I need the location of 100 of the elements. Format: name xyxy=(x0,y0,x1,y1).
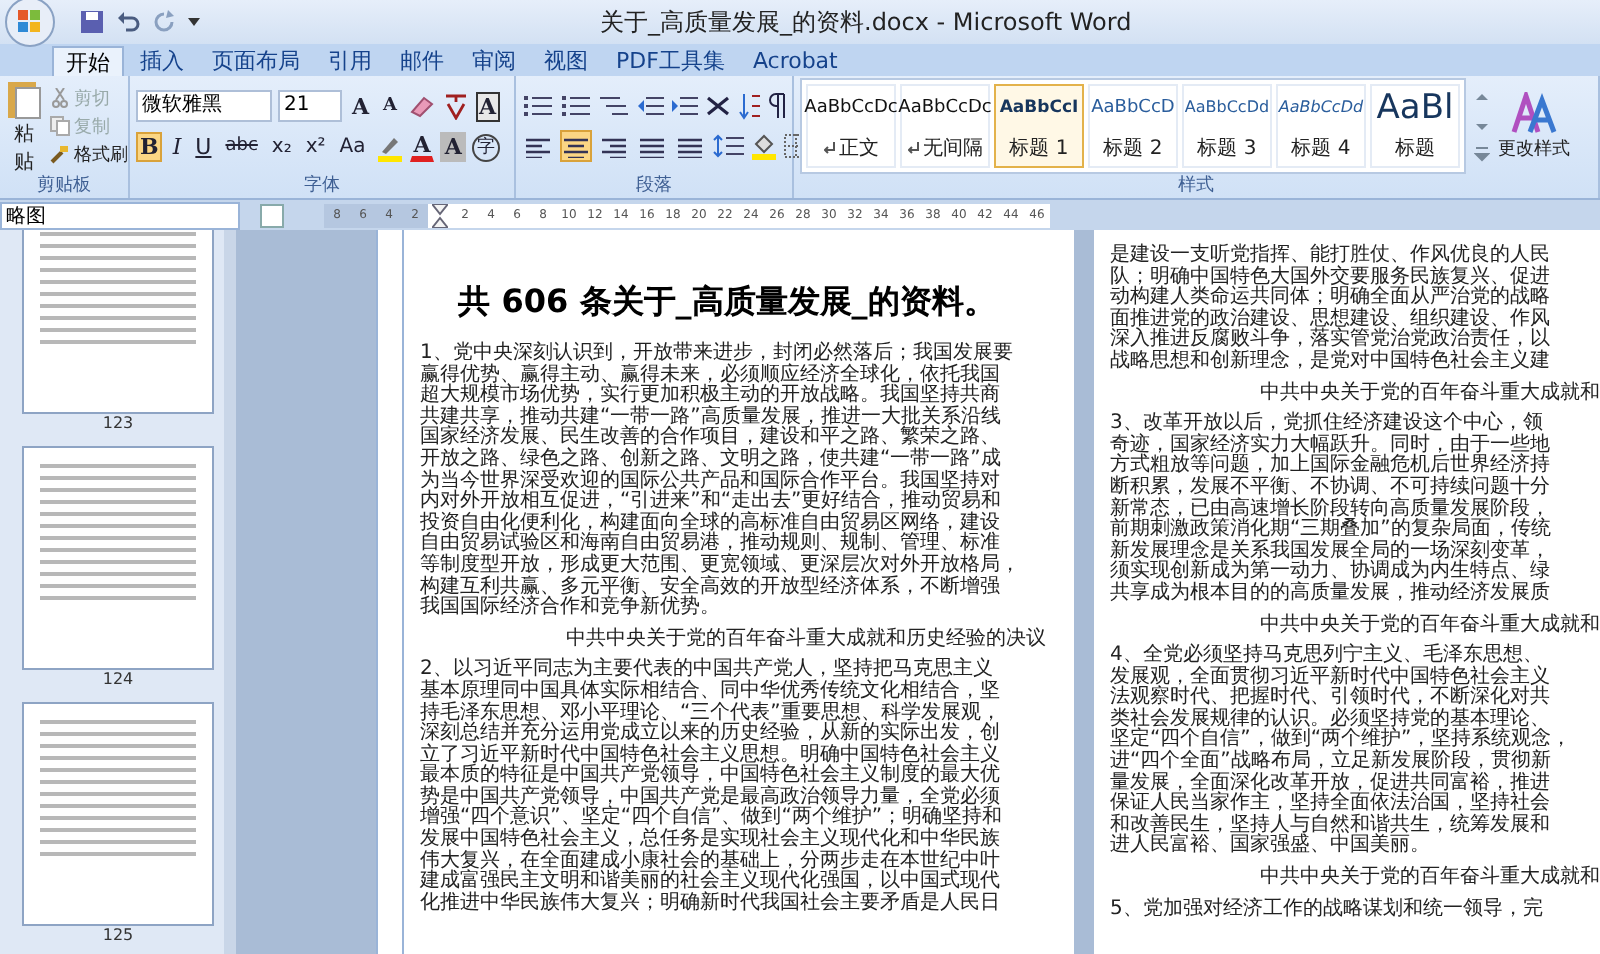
body-text-line: 量发展，全面深化改革开放，促进共同富裕，推进 xyxy=(1110,773,1552,794)
style-preset[interactable]: AaBbCcDc 无间隔 xyxy=(900,84,990,168)
pane-title: 略图 xyxy=(0,201,240,229)
eraser-icon[interactable] xyxy=(407,94,436,118)
paste-button[interactable]: 粘贴 xyxy=(6,76,42,176)
pilcrow-icon[interactable] xyxy=(768,91,788,119)
font-family-field[interactable]: 微软雅黑 xyxy=(136,90,272,122)
align-center-button[interactable] xyxy=(560,129,592,161)
body-text-line: 等制度型开放，形成更大范围、更宽领域、更深层次对外开放格局， xyxy=(420,555,1022,576)
shrink-font-button[interactable]: A xyxy=(379,91,402,121)
highlighter-icon[interactable] xyxy=(375,133,404,161)
body-text-line: 5、党加强对经济工作的战略谋划和统一领导，完 xyxy=(1110,899,1545,921)
indent-marker-icon[interactable] xyxy=(432,203,448,227)
dropdown-caret-icon[interactable] xyxy=(188,16,200,28)
body-text-line: 持毛泽东思想、邓小平理论、“三个代表”重要思想、科学发展观， xyxy=(420,703,1003,723)
body-text-line: 动构建人类命运共同体；明确全面从严治党的战略 xyxy=(1110,288,1552,309)
grow-font-button[interactable]: A xyxy=(348,91,374,121)
style-name: 标题 4 xyxy=(1291,135,1351,162)
decrease-indent-icon[interactable] xyxy=(636,93,664,117)
ribbon-tab[interactable]: 引用 xyxy=(316,46,384,76)
body-text-line: 新发展理念是关系我国发展全局的一场深刻变革， xyxy=(1110,541,1552,562)
body-text-line: 1、党中央深刻认识到，开放带来进步，封闭必然落后；我国发展要 xyxy=(420,344,1015,364)
body-text-line: 共享成为根本目的的高质量发展，推动经济发展质 xyxy=(1110,583,1552,605)
undo-icon[interactable] xyxy=(116,10,140,34)
style-name: 标题 1 xyxy=(1009,135,1069,162)
body-text-line: 和改善民生，坚持人与自然和谐共生，统筹发展和 xyxy=(1110,815,1552,836)
style-preset[interactable]: AaBbCcDd 标题 4 xyxy=(1276,84,1366,168)
ribbon-tab[interactable]: 开始 xyxy=(52,46,124,76)
page-thumbnail-drawing[interactable] xyxy=(22,446,214,670)
document-title: 共 606 条关于_高质量发展_的资料。 xyxy=(456,282,998,324)
body-text-line: 是建设一支听党指挥、能打胜仗、作风优良的人民 xyxy=(1110,246,1552,266)
character-shading-button[interactable]: A xyxy=(440,132,466,162)
ribbon-tab[interactable]: 插入 xyxy=(128,46,196,76)
format-button[interactable]: x² xyxy=(301,132,330,162)
office-logo-icon[interactable] xyxy=(4,0,56,48)
style-preset[interactable]: AaBbCcI 标题 1 xyxy=(994,84,1084,168)
style-preset[interactable]: AaBbCcD 标题 2 xyxy=(1088,84,1178,168)
line-spacing-icon[interactable] xyxy=(712,133,744,157)
body-text-line: 前期刺激政策消化期“三期叠加”的复杂局面，传统 xyxy=(1110,520,1553,541)
format-button[interactable]: B xyxy=(136,132,163,162)
body-text-line: 队；明确中国特色大国外交要服务民族复兴、促进 xyxy=(1110,267,1552,288)
scrollbar[interactable] xyxy=(224,230,236,954)
style-preview: AaBbCcDd xyxy=(1278,96,1364,120)
ribbon-tab[interactable]: Acrobat xyxy=(740,46,850,76)
format-button[interactable]: I xyxy=(168,132,186,162)
page-thumbnail-drawing[interactable] xyxy=(22,702,214,926)
asian-layout-icon[interactable] xyxy=(704,93,732,117)
body-text-line: 增强“四个意识”、坚定“四个自信”、做到“两个维护”；明确坚持和 xyxy=(420,808,1005,829)
page-number: 125 xyxy=(102,926,134,946)
format-button[interactable]: x₂ xyxy=(267,132,296,162)
page-thumbnail-drawing[interactable] xyxy=(22,230,214,414)
body-text-line: 新常态，已由高速增长阶段转向高质量发展阶段， xyxy=(1110,499,1550,520)
font-size-field[interactable]: 21 xyxy=(278,90,342,122)
style-name: 无间隔 xyxy=(923,136,983,162)
painter-button[interactable]: 格式刷 xyxy=(50,141,128,167)
ribbon-tab[interactable]: 页面布局 xyxy=(200,46,312,76)
body-text-line: 投资自由化便利化，构建面向全球的高标准自由贸易区网络，建设 xyxy=(420,513,1002,534)
phonetic-guide-icon[interactable] xyxy=(441,92,470,120)
bullets-icon[interactable] xyxy=(522,93,554,117)
numbering-icon[interactable] xyxy=(560,93,592,117)
copy-icon xyxy=(50,116,70,136)
ribbon-tab[interactable]: 审阅 xyxy=(460,46,528,76)
ribbon-tab[interactable]: 视图 xyxy=(532,46,600,76)
group-label: 样式 xyxy=(1176,176,1216,198)
style-preview: AaBbCcDd xyxy=(1184,96,1270,120)
format-button[interactable]: abc xyxy=(221,132,262,162)
body-text-line: 进人民富裕、国家强盛、中国美丽。 xyxy=(1110,836,1432,859)
body-text-line: 方式粗放等问题，加上国际金融危机后世界经济持 xyxy=(1110,456,1552,477)
change-styles-button[interactable]: 更改样式 xyxy=(1498,91,1570,161)
body-text-line: 自由贸易试验区和海南自由贸易港，推动规则、规制、管理、标准 xyxy=(420,534,1002,555)
ribbon-tab[interactable]: 邮件 xyxy=(388,46,456,76)
style-name: 标题 2 xyxy=(1103,135,1163,162)
group-label: 字体 xyxy=(302,176,342,198)
style-preset[interactable]: AaBbCcDd 标题 3 xyxy=(1182,84,1272,168)
source-line: 中共中央关于党的百年奋斗重大成就和 xyxy=(1260,868,1600,890)
style-preview: AaBbCcD xyxy=(1091,96,1175,122)
multilevel-list-icon[interactable] xyxy=(598,93,630,117)
sort-icon[interactable] xyxy=(738,91,762,119)
body-text-line: 共建共享，推动共建“一带一路”高质量发展，推进一大批关系沿线 xyxy=(420,407,1003,428)
character-border-button[interactable]: A xyxy=(475,91,501,121)
font-color-button[interactable]: A xyxy=(409,132,435,162)
format-button[interactable]: Aa xyxy=(335,132,370,162)
body-text-line: 立了习近平新时代中国特色社会主义思想。明确中国特色社会主义 xyxy=(420,745,1002,766)
body-text-line: 2、以习近平同志为主要代表的中国共产党人，坚持把马克思主义 xyxy=(420,660,993,681)
format-button[interactable]: U xyxy=(191,132,216,162)
ribbon-tab[interactable]: PDF工具集 xyxy=(604,46,737,76)
body-text-line: 法观察时代、把握时代、引领时代，不断深化对共 xyxy=(1110,688,1552,709)
body-text-line: 伟大复兴，在全面建成小康社会的基础上，分两步走在本世纪中叶 xyxy=(420,851,1002,872)
body-text-line: 构建互利共赢、多元平衡、安全高效的开放型经济体系，不断增强 xyxy=(420,577,1002,598)
more-icon[interactable] xyxy=(1474,142,1490,166)
save-icon[interactable] xyxy=(80,10,104,34)
style-preset[interactable]: AaBl 标题 xyxy=(1370,84,1460,168)
body-text-line: 奇迹，国家经济实力大幅跃升。同时，由于一些地 xyxy=(1110,435,1552,456)
enclose-character-button[interactable]: 字 xyxy=(471,133,500,161)
window-title: 关于_高质量发展_的资料.docx - Microsoft Word xyxy=(600,6,1132,40)
body-text-line: 超大规模市场优势，实行更加积极主动的开放战略。我国坚持共商 xyxy=(420,386,1002,407)
increase-indent-icon[interactable] xyxy=(670,93,698,117)
page-number: 123 xyxy=(102,414,134,434)
style-preset[interactable]: AaBbCcDc 正文 xyxy=(806,84,896,168)
paint-bucket-icon[interactable] xyxy=(750,131,778,159)
